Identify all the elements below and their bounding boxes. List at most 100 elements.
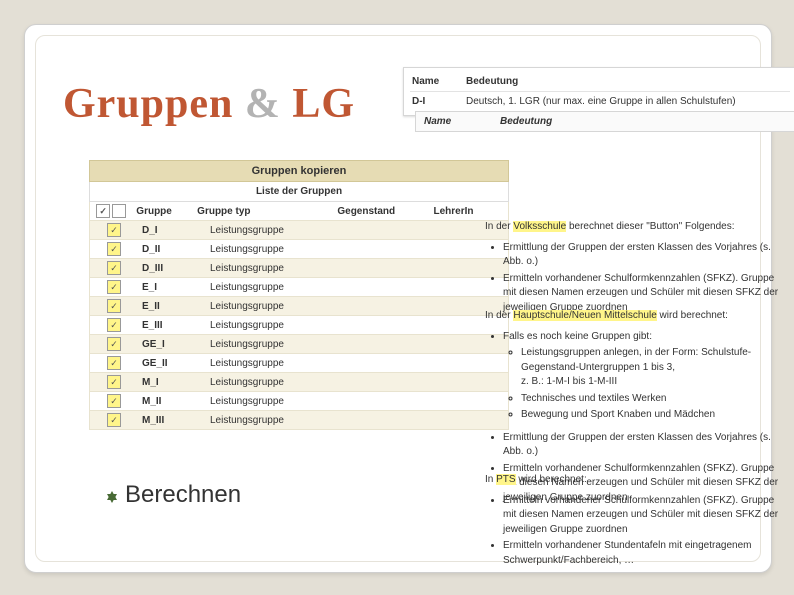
row-group-name: M_II xyxy=(138,393,206,410)
volksschule-block: In der Volksschule berechnet dieser "But… xyxy=(485,220,785,323)
table-row: ✓ M_IIILeistungsgruppe xyxy=(89,411,509,430)
group-list-body: ✓D_ILeistungsgruppe✓D_IILeistungsgruppe✓… xyxy=(89,221,509,430)
panel-subtitle: Liste der Gruppen xyxy=(89,182,509,202)
row-checkbox[interactable]: ✓ xyxy=(107,242,121,256)
col-bedeutung-2: Bedeutung xyxy=(500,116,552,127)
page-title: Gruppen & LG xyxy=(63,80,355,128)
gruppen-kopieren-panel: Gruppen kopieren Liste der Gruppen ✓ Gru… xyxy=(89,160,509,430)
title-amp: & xyxy=(233,81,292,127)
list-item: Technisches und textiles Werken xyxy=(521,392,785,407)
pts-block: In PTS wird berechnet: Ermitteln vorhand… xyxy=(485,473,785,576)
row-checkbox[interactable]: ✓ xyxy=(107,337,121,351)
row-group-name: D_I xyxy=(138,222,206,239)
table-row: ✓ D_ILeistungsgruppe xyxy=(89,221,509,240)
row-group-type: Leistungsgruppe xyxy=(206,355,364,372)
slide-card: Gruppen & LG Name Bedeutung D-I Deutsch,… xyxy=(24,24,772,573)
row-checkbox-cell[interactable]: ✓ xyxy=(90,335,138,353)
row-checkbox-cell[interactable]: ✓ xyxy=(90,411,138,429)
row-checkbox-cell[interactable]: ✓ xyxy=(90,354,138,372)
row-group-type: Leistungsgruppe xyxy=(206,412,364,429)
row-checkbox-cell[interactable]: ✓ xyxy=(90,221,138,239)
name-bedeutung-header-2: Name Bedeutung xyxy=(415,111,794,132)
row-checkbox-cell[interactable]: ✓ xyxy=(90,240,138,258)
table-row: ✓ E_IILeistungsgruppe xyxy=(89,297,509,316)
select-all-cell[interactable]: ✓ xyxy=(90,202,132,220)
table-row: ✓ D_IIILeistungsgruppe xyxy=(89,259,509,278)
hl-pts: PTS xyxy=(496,474,515,485)
table-row: ✓ M_IILeistungsgruppe xyxy=(89,392,509,411)
cell-bedeutung: Deutsch, 1. LGR (nur max. eine Gruppe in… xyxy=(466,96,788,107)
hl-volksschule: Volksschule xyxy=(513,221,566,232)
row-group-name: GE_II xyxy=(138,355,206,372)
row-checkbox[interactable]: ✓ xyxy=(107,299,121,313)
row-group-name: E_III xyxy=(138,317,206,334)
row-group-type: Leistungsgruppe xyxy=(206,260,364,277)
row-group-type: Leistungsgruppe xyxy=(206,279,364,296)
table-row: ✓ GE_IILeistungsgruppe xyxy=(89,354,509,373)
row-checkbox-cell[interactable]: ✓ xyxy=(90,392,138,410)
row-group-type: Leistungsgruppe xyxy=(206,298,364,315)
hl-hauptschule: Hauptschule/Neuen Mittelschule xyxy=(513,310,656,321)
vs-lead: In der Volksschule berechnet dieser "But… xyxy=(485,220,785,235)
col-gruppe-typ: Gruppe typ xyxy=(193,203,333,220)
table-row: ✓ D_IILeistungsgruppe xyxy=(89,240,509,259)
list-item: Ermitteln vorhandener Schulformkennzahle… xyxy=(503,494,785,538)
row-group-type: Leistungsgruppe xyxy=(206,317,364,334)
pts-list: Ermitteln vorhandener Schulformkennzahle… xyxy=(503,494,785,569)
row-checkbox-cell[interactable]: ✓ xyxy=(90,297,138,315)
row-checkbox[interactable]: ✓ xyxy=(107,394,121,408)
row-group-type: Leistungsgruppe xyxy=(206,336,364,353)
list-item: Ermittlung der Gruppen der ersten Klasse… xyxy=(503,241,785,270)
row-checkbox-cell[interactable]: ✓ xyxy=(90,259,138,277)
list-item: Leistungsgruppen anlegen, in der Form: S… xyxy=(521,346,785,390)
row-group-type: Leistungsgruppe xyxy=(206,222,364,239)
list-item: Bewegung und Sport Knaben und Mädchen xyxy=(521,408,785,423)
table-header-row: Name Bedeutung xyxy=(410,72,790,91)
col-bedeutung: Bedeutung xyxy=(466,76,788,87)
row-group-name: D_II xyxy=(138,241,206,258)
row-checkbox[interactable]: ✓ xyxy=(107,356,121,370)
title-part1: Gruppen xyxy=(63,81,233,127)
row-group-name: D_III xyxy=(138,260,206,277)
row-group-name: GE_I xyxy=(138,336,206,353)
title-part2: LG xyxy=(292,81,355,127)
table-row: ✓ E_ILeistungsgruppe xyxy=(89,278,509,297)
col-lehrerin: LehrerIn xyxy=(429,203,508,220)
berechnen-row: Berechnen xyxy=(107,481,241,509)
row-group-name: E_II xyxy=(138,298,206,315)
list-item: Falls es noch keine Gruppen gibt: Leistu… xyxy=(503,330,785,423)
list-item: Ermittlung der Gruppen der ersten Klasse… xyxy=(503,431,785,460)
table-row: ✓ GE_ILeistungsgruppe xyxy=(89,335,509,354)
berechnen-label: Berechnen xyxy=(125,481,241,509)
col-name: Name xyxy=(412,76,454,87)
table-row: ✓ E_IIILeistungsgruppe xyxy=(89,316,509,335)
col-name-2: Name xyxy=(424,116,472,127)
hs-sublist: Leistungsgruppen anlegen, in der Form: S… xyxy=(521,346,785,423)
row-checkbox[interactable]: ✓ xyxy=(107,318,121,332)
table-row: D-I Deutsch, 1. LGR (nur max. eine Grupp… xyxy=(410,91,790,111)
row-group-name: M_III xyxy=(138,412,206,429)
row-group-name: M_I xyxy=(138,374,206,391)
row-checkbox[interactable]: ✓ xyxy=(107,280,121,294)
row-checkbox-cell[interactable]: ✓ xyxy=(90,373,138,391)
row-group-type: Leistungsgruppe xyxy=(206,241,364,258)
row-checkbox[interactable]: ✓ xyxy=(107,413,121,427)
group-list-header: ✓ Gruppe Gruppe typ Gegenstand LehrerIn xyxy=(89,202,509,221)
row-checkbox-cell[interactable]: ✓ xyxy=(90,316,138,334)
table-row: ✓ M_ILeistungsgruppe xyxy=(89,373,509,392)
col-gegenstand: Gegenstand xyxy=(333,203,429,220)
row-group-type: Leistungsgruppe xyxy=(206,393,364,410)
select-all-checkbox[interactable]: ✓ xyxy=(96,204,110,218)
row-group-name: E_I xyxy=(138,279,206,296)
pts-lead: In PTS wird berechnet: xyxy=(485,473,785,488)
row-checkbox[interactable]: ✓ xyxy=(107,223,121,237)
row-checkbox-cell[interactable]: ✓ xyxy=(90,278,138,296)
row-group-type: Leistungsgruppe xyxy=(206,374,364,391)
col-gruppe: Gruppe xyxy=(132,203,193,220)
name-bedeutung-table: Name Bedeutung D-I Deutsch, 1. LGR (nur … xyxy=(403,67,794,116)
row-checkbox[interactable]: ✓ xyxy=(107,261,121,275)
row-checkbox[interactable]: ✓ xyxy=(107,375,121,389)
select-all-checkbox-2[interactable] xyxy=(112,204,126,218)
hs-lead: In der Hauptschule/Neuen Mittelschule wi… xyxy=(485,309,785,324)
cell-name: D-I xyxy=(412,96,454,107)
